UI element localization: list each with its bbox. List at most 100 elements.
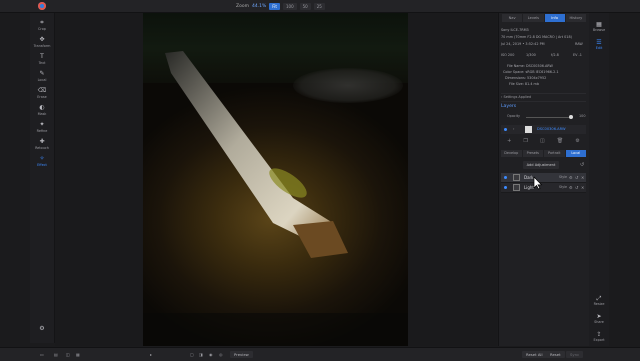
settings-tool[interactable]: ⚙ [30,325,54,341]
text-icon: T [40,53,44,60]
layer-mask-icon[interactable]: ◫ [540,138,545,146]
export-button[interactable]: ⇪ Export [589,331,609,342]
settings-applied-label: Settings Applied [503,95,532,99]
layer-row[interactable]: › DSC00306.ARW [501,125,586,134]
tab-presets[interactable]: Presets [522,150,543,157]
opacity-thumb[interactable] [569,115,573,119]
adjustment-row-dark[interactable]: Dark Style ⚙ ↺ ✕ [501,173,586,183]
photo-preview[interactable] [143,13,408,346]
tab-info[interactable]: Info [544,14,565,22]
settings-applied-row[interactable]: › Settings Applied [501,93,586,102]
chevron-right-icon[interactable]: › [513,125,514,134]
effect-icon: ✧ [39,155,45,162]
zoom-25-button[interactable]: 25 [313,2,325,10]
tool-retouch[interactable]: ✚ Retouch [30,138,54,154]
reset-button[interactable]: Reset [546,351,565,358]
filmstrip-icon[interactable]: ▤ [54,351,58,358]
add-adjustment-button[interactable]: Add Adjustment [523,161,559,169]
module-strip: ▦ Browse ☰ Edit ⤢ Resize ➤ Share ⇪ Expor… [589,13,609,346]
style-label[interactable]: Style [559,173,567,182]
tool-text[interactable]: T Text [30,53,54,69]
tool-erase[interactable]: ⌫ Erase [30,87,54,103]
tab-portrait[interactable]: Portrait [544,150,565,157]
app-logo-icon [38,2,46,10]
trash-icon[interactable]: 🗑 [557,138,563,146]
compare-icon[interactable]: ◫ [66,351,70,358]
mask-icon: ◐ [39,104,45,111]
share-icon: ➤ [596,313,602,320]
crop-overlay-icon[interactable]: ▢ [190,351,194,358]
visibility-icon[interactable] [504,128,507,131]
tab-local[interactable]: Local [565,150,586,157]
left-toolbar: ⌗ Crop ✥ Transform T Text ✎ Local ⌫ Eras… [30,13,55,343]
info-shutter: 1/300 [526,53,536,57]
preview-button[interactable]: Preview [230,351,253,358]
refine-icon: ✦ [39,121,45,128]
adjustment-row-light[interactable]: Light Style ⚙ ↺ ✕ [501,183,586,193]
retouch-icon: ✚ [39,138,45,145]
tool-transform[interactable]: ✥ Transform [30,36,54,52]
resize-button[interactable]: ⤢ Resize [589,295,609,306]
reset-icon[interactable]: ↺ [575,183,578,192]
style-label[interactable]: Style [559,183,567,192]
before-after-icon[interactable]: ◨ [199,351,203,358]
reset-icon[interactable]: ↺ [575,173,578,182]
info-aperture: f/2.8 [551,53,559,57]
erase-icon: ⌫ [37,87,47,94]
transform-icon: ✥ [39,36,45,43]
zoom-100-button[interactable]: 100 [282,2,297,10]
visibility-icon[interactable] [504,176,507,179]
info-camera: Sony ILCE-7RM3 [501,28,529,32]
visibility-icon[interactable] [504,186,507,189]
layer-name: DSC00306.ARW [537,127,566,131]
info-ev: EV -1 [573,53,582,57]
edit-button[interactable]: ☰ Edit [589,39,609,50]
tool-refine[interactable]: ✦ Refine [30,121,54,137]
tool-effect[interactable]: ✧ Effect [30,155,54,171]
mask-view-icon[interactable]: ◉ [209,351,213,358]
panel-tabs: Nav Levels Info History [502,14,586,22]
zoom-fit-button[interactable]: Fit [269,2,280,10]
browse-icon: ▦ [596,21,602,28]
gear-icon[interactable]: ⚙ [569,183,573,192]
opacity-value: 100 [579,114,586,118]
add-layer-icon[interactable]: + [507,138,511,146]
zoom-label: Zoom [236,3,249,9]
zoom-value[interactable]: 44.1% [252,4,266,9]
module-tabs: Develop Presets Portrait Local [501,150,586,157]
info-lens: 70 mm (70mm F2.8 DG MACRO | Art 018) [501,35,572,39]
mask-thumbnail[interactable] [513,184,520,191]
mask-thumbnail[interactable] [513,174,520,181]
opacity-slider[interactable]: Opacity 100 [501,114,586,120]
layer-actions: + ❐ ◫ 🗑 ⚙ [501,138,586,146]
share-button[interactable]: ➤ Share [589,313,609,324]
zoom-50-button[interactable]: 50 [299,2,311,10]
mouse-cursor-icon [533,176,543,190]
close-icon[interactable]: ✕ [581,173,584,182]
duplicate-icon[interactable]: ❐ [523,138,527,146]
reset-icon[interactable]: ↺ [580,162,584,168]
layer-settings-icon[interactable]: ⚙ [575,138,579,146]
tool-crop[interactable]: ⌗ Crop [30,19,54,35]
layer-thumbnail [525,126,532,133]
sync-button[interactable]: Sync [566,351,584,358]
export-icon: ⇪ [596,331,602,338]
grid-view-icon[interactable]: ▦ [76,351,80,358]
tool-local[interactable]: ✎ Local [30,70,54,86]
eye-icon[interactable]: ◎ [219,351,223,358]
zoom-controls: Zoom 44.1% Fit 100 50 25 [236,2,325,10]
close-icon[interactable]: ✕ [581,183,584,192]
tab-develop[interactable]: Develop [501,150,522,157]
crop-icon: ⌗ [40,19,44,26]
tab-nav[interactable]: Nav [502,14,523,22]
panel-toggle-icon[interactable]: ▭ [40,351,44,358]
tab-history[interactable]: History [565,14,586,22]
reset-all-button[interactable]: Reset All [522,351,547,358]
gear-icon: ⚙ [39,325,45,332]
browse-button[interactable]: ▦ Browse [589,21,609,32]
gear-icon[interactable]: ⚙ [569,173,573,182]
right-panel: Nav Levels Info History Sony ILCE-7RM3 7… [498,13,589,346]
tab-levels[interactable]: Levels [523,14,544,22]
play-icon[interactable]: ▸ [150,351,152,358]
tool-mask[interactable]: ◐ Mask [30,104,54,120]
